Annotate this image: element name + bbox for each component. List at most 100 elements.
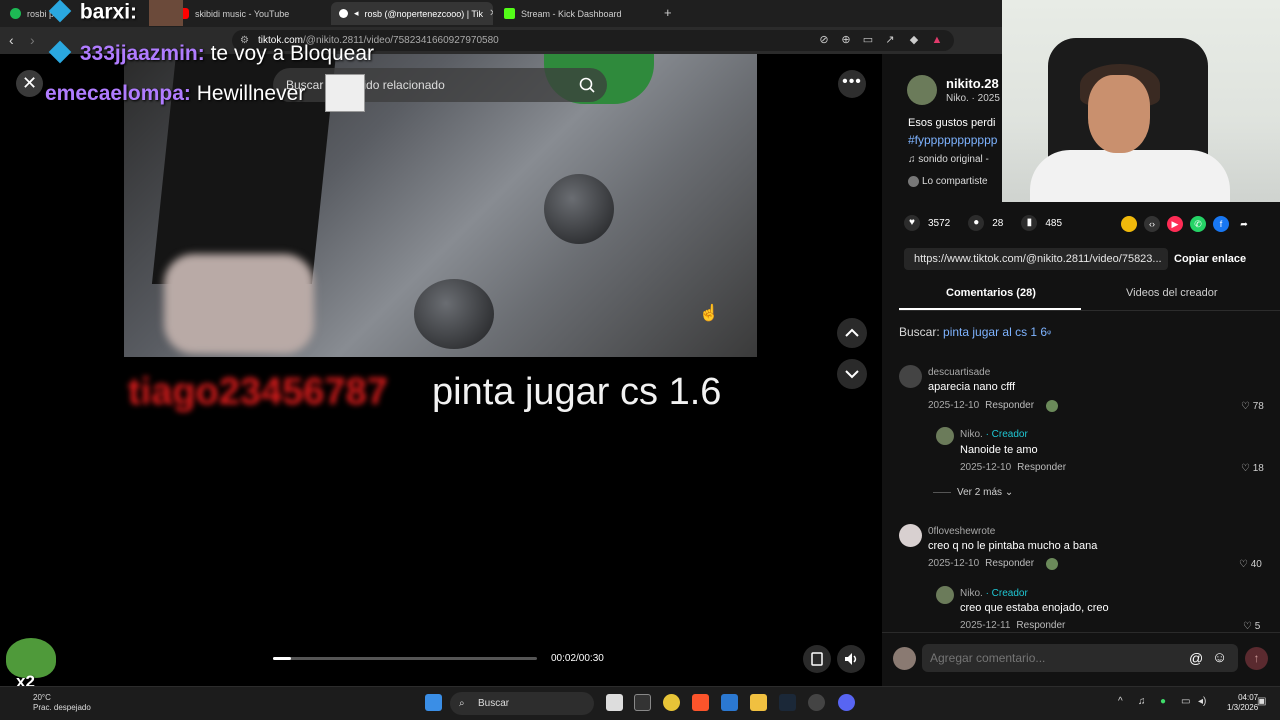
send-comment-button[interactable]: ↑ bbox=[1245, 647, 1268, 670]
copy-link-button[interactable]: Copiar enlace bbox=[1174, 253, 1246, 265]
commenter-avatar[interactable] bbox=[899, 524, 922, 547]
tab-youtube[interactable]: skibidi music - YouTube bbox=[170, 2, 328, 25]
brave-icon[interactable] bbox=[692, 694, 709, 711]
comment-likes[interactable]: ♡ 18 bbox=[1241, 463, 1264, 474]
post-sound[interactable]: ♫ sonido original - bbox=[908, 154, 989, 165]
cast-icon[interactable]: ▭ bbox=[862, 34, 874, 46]
epic-games-icon[interactable] bbox=[634, 694, 651, 711]
commenter-avatar[interactable] bbox=[899, 365, 922, 388]
tab-tiktok[interactable]: ◂ rosb (@nopertenezcooo) | Tik ✕ bbox=[331, 2, 493, 25]
save-button[interactable]: ▮ 485 bbox=[1021, 215, 1062, 231]
comment-text: aparecia nano cfff bbox=[928, 381, 1016, 393]
comment-button[interactable]: ● 28 bbox=[968, 215, 1003, 231]
chrome-icon[interactable] bbox=[663, 694, 680, 711]
chat-text: Hewillnever bbox=[196, 82, 306, 105]
close-video-button[interactable]: ✕ bbox=[16, 70, 43, 97]
reply-button[interactable]: Responder bbox=[1016, 620, 1065, 631]
clock[interactable]: 04:07 1/3/2026 bbox=[1227, 693, 1258, 713]
tab-creator-videos[interactable]: Videos del creador bbox=[1126, 287, 1218, 299]
speaker-icon[interactable]: ◂) bbox=[1198, 696, 1206, 707]
share-page-icon[interactable]: ↗ bbox=[884, 34, 896, 46]
zoom-icon[interactable]: ⊕ bbox=[840, 34, 852, 46]
headset-icon[interactable]: ♫ bbox=[1138, 696, 1146, 707]
chat-message: barxi: bbox=[48, 0, 183, 26]
video-link[interactable]: https://www.tiktok.com/@nikito.2811/vide… bbox=[904, 248, 1168, 270]
spotify-icon bbox=[10, 8, 21, 19]
like-button[interactable]: ♥ 3572 bbox=[904, 215, 950, 231]
steam-icon[interactable] bbox=[779, 694, 796, 711]
embed-icon[interactable]: ‹› bbox=[1144, 216, 1160, 232]
file-explorer-icon[interactable] bbox=[750, 694, 767, 711]
emoji-icon[interactable]: ☺ bbox=[1212, 649, 1227, 666]
comment-likes[interactable]: ♡ 78 bbox=[1241, 401, 1264, 412]
commenter-avatar[interactable] bbox=[936, 427, 954, 445]
store-icon[interactable] bbox=[721, 694, 738, 711]
send-icon[interactable]: ▶ bbox=[1167, 216, 1183, 232]
search-icon: ᵠ bbox=[1047, 328, 1052, 338]
coin-icon[interactable] bbox=[1121, 216, 1137, 232]
forward-icon[interactable]: › bbox=[30, 32, 35, 48]
brave-shield-icon[interactable]: ◆ bbox=[908, 34, 920, 46]
video-caption-area: tiago23456787 pinta jugar cs 1.6 bbox=[124, 357, 757, 666]
reply-button[interactable]: Responder bbox=[1017, 462, 1066, 473]
author-subtitle: Niko. · 2025 bbox=[946, 93, 1000, 104]
whatsapp-icon[interactable]: ✆ bbox=[1190, 216, 1206, 232]
comment-meta: 2025-12-10 Responder bbox=[960, 462, 1067, 473]
knob bbox=[544, 174, 614, 244]
chevron-down-icon bbox=[845, 370, 859, 379]
new-tab-button[interactable]: + bbox=[664, 5, 672, 20]
next-video-button[interactable] bbox=[837, 359, 867, 389]
commenter-name[interactable]: Niko. · Creador bbox=[960, 429, 1028, 440]
search-icon[interactable] bbox=[578, 76, 596, 94]
my-avatar bbox=[893, 647, 916, 670]
more-options-button[interactable]: ••• bbox=[838, 70, 866, 98]
facebook-icon[interactable]: f bbox=[1213, 216, 1229, 232]
reply-button[interactable]: Responder bbox=[985, 400, 1034, 411]
comment-search-suggestion[interactable]: Buscar: pinta jugar al cs 1 6ᵠ bbox=[899, 325, 1051, 339]
author-name[interactable]: nikito.28 bbox=[946, 76, 999, 91]
chat-username: 333jjaazmin: bbox=[79, 42, 205, 65]
reply-button[interactable]: Responder bbox=[985, 558, 1034, 569]
close-tab-icon[interactable]: ✕ bbox=[489, 8, 493, 19]
commenter-name[interactable]: Niko. · Creador bbox=[960, 588, 1028, 599]
chat-badge-icon bbox=[48, 40, 72, 64]
post-description: Esos gustos perdi bbox=[908, 117, 996, 129]
tray-chevron-icon[interactable]: ^ bbox=[1118, 696, 1123, 707]
author-avatar[interactable] bbox=[907, 75, 937, 105]
notification-icon[interactable]: ▣ bbox=[1257, 696, 1266, 707]
tab-comments[interactable]: Comentarios (28) bbox=[946, 287, 1036, 299]
bookmark-icon: ▮ bbox=[1021, 215, 1038, 231]
commenter-name[interactable]: 0floveshewrote bbox=[928, 526, 995, 537]
microphone-icon[interactable]: ● bbox=[1160, 696, 1166, 707]
discord-icon[interactable] bbox=[838, 694, 855, 711]
kick-icon bbox=[504, 8, 515, 19]
related-search-bar[interactable]: Buscar ido relacionado bbox=[273, 68, 607, 112]
picture-in-picture-icon bbox=[811, 652, 823, 666]
network-icon[interactable]: ▭ bbox=[1181, 696, 1190, 707]
music-note-icon: ♫ bbox=[908, 154, 919, 165]
mention-icon[interactable]: @ bbox=[1189, 650, 1203, 666]
comment-likes[interactable]: ♡ 5 bbox=[1243, 621, 1260, 632]
see-more-replies[interactable]: Ver 2 más ⌄ bbox=[933, 487, 1013, 498]
commenter-name[interactable]: descuartisade bbox=[928, 367, 990, 378]
post-hashtags[interactable]: #fyppppppppppp bbox=[908, 133, 997, 147]
blurred-hand bbox=[164, 254, 314, 354]
previous-video-button[interactable] bbox=[837, 318, 867, 348]
task-view-icon[interactable] bbox=[606, 694, 623, 711]
chat-username: barxi: bbox=[79, 0, 138, 24]
obs-icon[interactable] bbox=[808, 694, 825, 711]
tab-kick[interactable]: Stream - Kick Dashboard bbox=[496, 2, 656, 25]
taskbar-search[interactable]: ⌕ Buscar bbox=[450, 692, 594, 715]
share-arrow-icon[interactable]: ➦ bbox=[1236, 216, 1252, 232]
rewards-icon[interactable]: ▲ bbox=[931, 34, 943, 46]
commenter-avatar[interactable] bbox=[936, 586, 954, 604]
back-icon[interactable]: ‹ bbox=[9, 32, 14, 48]
comment-likes[interactable]: ♡ 40 bbox=[1239, 559, 1262, 570]
video-progress-bar[interactable] bbox=[273, 657, 537, 660]
no-track-icon[interactable]: ⊘ bbox=[818, 34, 830, 46]
windows-start-icon[interactable] bbox=[425, 694, 442, 711]
active-tab-indicator bbox=[899, 308, 1081, 310]
weather-widget[interactable]: 20°C Prac. despejado bbox=[33, 693, 91, 713]
volume-button[interactable] bbox=[837, 645, 865, 673]
pip-button[interactable] bbox=[803, 645, 831, 673]
